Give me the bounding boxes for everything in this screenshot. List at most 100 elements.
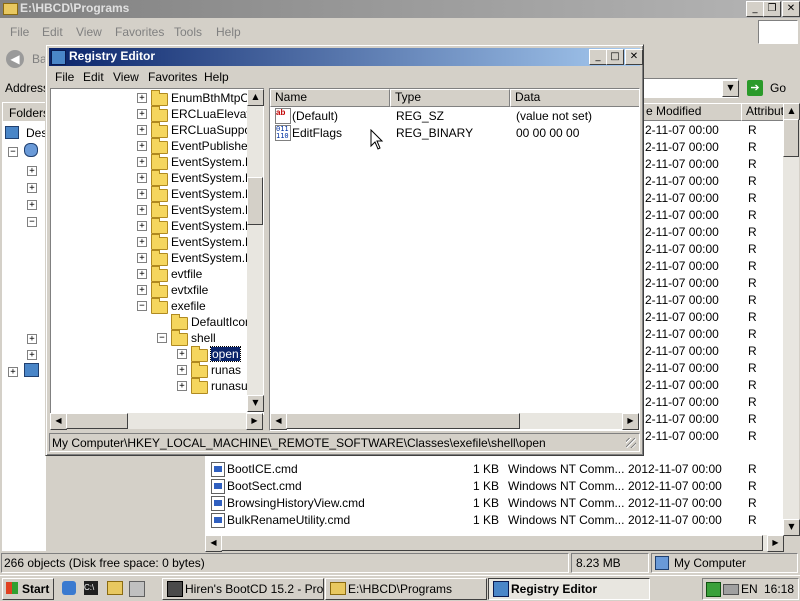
menu-help[interactable]: Help <box>216 25 241 39</box>
menu-edit[interactable]: Edit <box>83 70 104 84</box>
menu-file[interactable]: File <box>55 70 74 84</box>
expand-icon[interactable]: + <box>137 109 147 119</box>
scroll-right-icon[interactable]: ▶ <box>767 535 784 552</box>
hscroll-thumb[interactable] <box>286 413 520 429</box>
expand-icon[interactable]: + <box>177 349 187 359</box>
collapse-icon[interactable]: − <box>157 333 167 343</box>
language-indicator[interactable]: EN <box>741 582 758 596</box>
tree-item[interactable]: + ERCLuaSupport <box>51 122 258 138</box>
collapse-icon[interactable]: − <box>137 301 147 311</box>
menu-edit[interactable]: Edit <box>42 25 63 39</box>
column-type-header[interactable]: Type <box>390 89 510 107</box>
tree-item[interactable]: + EventSystem.Ev <box>51 202 259 218</box>
quicklaunch-cmd-icon[interactable]: C:\ <box>84 581 98 595</box>
scroll-left-icon[interactable]: ◀ <box>50 413 67 430</box>
value-row[interactable]: ab (Default) REG_SZ (value not set) <box>270 107 639 124</box>
quicklaunch-ie-icon[interactable] <box>62 581 76 595</box>
tree-item[interactable]: + EventPublisher.E <box>51 138 262 154</box>
tree-item[interactable]: + open <box>51 346 251 362</box>
expand-icon[interactable]: + <box>177 365 187 375</box>
task-registry-editor[interactable]: Registry Editor <box>488 578 650 600</box>
tree-item[interactable]: DefaultIcon <box>51 314 252 330</box>
tree-expander[interactable]: + <box>27 200 37 210</box>
expand-icon[interactable]: + <box>137 253 147 263</box>
expand-icon[interactable]: + <box>137 205 147 215</box>
tree-item[interactable]: + EnumBthMtpCor <box>51 90 260 106</box>
tree-item[interactable]: + evtxfile <box>51 282 251 298</box>
tray-app-icon[interactable] <box>706 582 721 597</box>
menu-tools[interactable]: Tools <box>174 25 202 39</box>
table-row[interactable]: BrowsingHistoryView.cmd 1 KB Windows NT Co… <box>205 494 785 511</box>
tree-item[interactable]: + evtfile <box>51 266 251 282</box>
tree-item[interactable]: + ERCLuaElevatic <box>51 106 258 122</box>
scroll-up-icon[interactable]: ▲ <box>247 89 264 106</box>
tree-expander[interactable]: + <box>8 367 18 377</box>
tree-item[interactable]: + EventSystem.Ev <box>51 170 259 186</box>
expand-icon[interactable]: + <box>137 237 147 247</box>
tree-item[interactable]: + EventSystem.Ev <box>51 234 259 250</box>
pane-splitter[interactable] <box>264 88 268 429</box>
tree-hscroll[interactable]: ◀ ▶ <box>50 413 263 430</box>
expand-icon[interactable]: + <box>137 157 147 167</box>
expand-icon[interactable]: + <box>137 125 147 135</box>
network-tray-icon[interactable] <box>723 584 739 595</box>
tree-vscroll[interactable]: ▲ ▼ <box>247 89 264 412</box>
regedit-titlebar[interactable]: Registry Editor _ □ ✕ <box>49 48 643 66</box>
expand-icon[interactable]: + <box>137 189 147 199</box>
address-dropdown-icon[interactable]: ▼ <box>722 80 739 97</box>
menu-view[interactable]: View <box>76 25 102 39</box>
explorer-titlebar[interactable]: E:\HBCD\Programs _ ❐ ✕ <box>0 0 800 18</box>
task-explorer-programs[interactable]: E:\HBCD\Programs <box>325 578 487 600</box>
values-hscroll[interactable]: ◀ ▶ <box>270 413 639 430</box>
column-name-header[interactable]: Name <box>270 89 390 107</box>
expand-icon[interactable]: + <box>137 269 147 279</box>
tree-item[interactable]: + EventSystem.Ev <box>51 186 259 202</box>
expand-icon[interactable]: + <box>137 173 147 183</box>
go-button[interactable]: ➔ Go <box>744 78 796 98</box>
scroll-left-icon[interactable]: ◀ <box>205 535 222 552</box>
quicklaunch-desktop-icon[interactable] <box>129 581 145 597</box>
expand-icon[interactable]: + <box>137 221 147 231</box>
expand-icon[interactable]: + <box>137 285 147 295</box>
menu-file[interactable]: File <box>10 25 29 39</box>
tree-item[interactable]: + EventSystem.Ev <box>51 154 259 170</box>
resize-grip-icon[interactable] <box>626 438 636 448</box>
close-icon[interactable]: ✕ <box>782 1 800 17</box>
tree-item[interactable]: + EventSystem.Ev <box>51 250 259 266</box>
tree-item[interactable]: + runasuse <box>51 378 260 394</box>
column-data-header[interactable]: Data <box>510 89 639 107</box>
expand-icon[interactable]: + <box>137 141 147 151</box>
minimize-icon[interactable]: _ <box>746 1 764 17</box>
menu-favorites[interactable]: Favorites <box>148 70 197 84</box>
hscroll-thumb[interactable] <box>66 413 128 429</box>
clock[interactable]: 16:18 <box>764 582 794 596</box>
tree-expander[interactable]: + <box>27 350 37 360</box>
tree-item[interactable]: + runas <box>51 362 251 378</box>
scroll-down-icon[interactable]: ▼ <box>783 519 800 536</box>
scroll-left-icon[interactable]: ◀ <box>270 413 287 430</box>
file-list-hscroll[interactable]: ◀ ▶ <box>205 535 784 552</box>
task-hirens-bootcd[interactable]: Hiren's BootCD 15.2 - Pro... <box>162 578 324 600</box>
tree-expander[interactable]: + <box>27 183 37 193</box>
table-row[interactable]: BootICE.cmd 1 KB Windows NT Comm... 2012-11… <box>205 460 785 477</box>
file-list-vscroll[interactable]: ▲ ▼ <box>783 103 800 536</box>
tree-expander[interactable]: + <box>27 166 37 176</box>
column-modified-header[interactable]: e Modified <box>641 103 743 121</box>
restore-icon[interactable]: ❐ <box>763 1 781 17</box>
scroll-thumb[interactable] <box>247 177 263 225</box>
tree-expander[interactable]: − <box>8 147 18 157</box>
tree-item[interactable]: + EventSystem.Ev <box>51 218 259 234</box>
scroll-right-icon[interactable]: ▶ <box>622 413 639 430</box>
table-row[interactable]: BootSect.cmd 1 KB Windows NT Comm... 2012-1… <box>205 477 785 494</box>
tree-expander[interactable]: + <box>27 334 37 344</box>
start-button[interactable]: Start <box>2 578 54 600</box>
expand-icon[interactable]: + <box>177 381 187 391</box>
minimize-icon[interactable]: _ <box>589 49 607 65</box>
scroll-up-icon[interactable]: ▲ <box>783 103 800 120</box>
tree-expander[interactable]: − <box>27 217 37 227</box>
maximize-icon[interactable]: □ <box>606 49 624 65</box>
tree-item[interactable]: − shell <box>51 330 251 346</box>
table-row[interactable]: BulkRenameUtility.cmd 1 KB Windows NT Comm… <box>205 511 785 528</box>
scroll-down-icon[interactable]: ▼ <box>247 395 264 412</box>
value-row[interactable]: 011 110 EditFlags REG_BINARY 00 00 00 00 <box>270 124 639 141</box>
